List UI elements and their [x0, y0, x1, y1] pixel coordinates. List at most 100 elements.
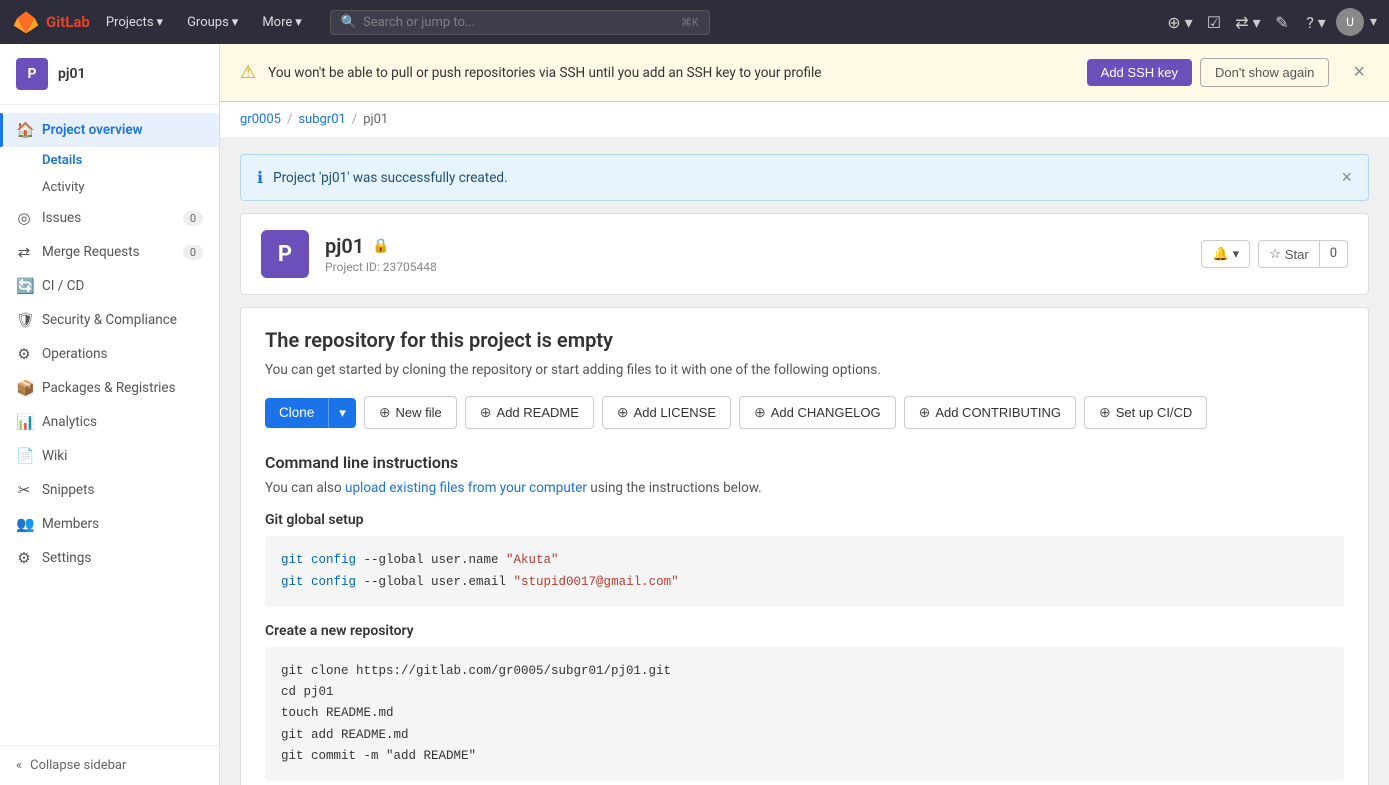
- sidebar-nav: 🏠 Project overview Details Activity ◎ Is…: [0, 105, 219, 745]
- project-avatar: P: [261, 230, 309, 278]
- sidebar-item-cicd[interactable]: 🔄 CI / CD: [0, 269, 219, 303]
- sidebar-item-project-overview[interactable]: 🏠 Project overview: [0, 113, 219, 147]
- mr-badge: 0: [183, 245, 203, 260]
- sidebar: P pj01 🏠 Project overview Details Activi…: [0, 44, 220, 785]
- help-icon[interactable]: ? ▾: [1302, 8, 1330, 36]
- analytics-icon: 📊: [16, 413, 32, 431]
- sidebar-item-snippets[interactable]: ✂ Snippets: [0, 473, 219, 507]
- create-new-repo-title: Create a new repository: [265, 623, 1344, 639]
- repo-empty-desc: You can get started by cloning the repos…: [265, 360, 1344, 380]
- issues-badge: 0: [183, 211, 203, 226]
- wiki-icon: 📄: [16, 447, 32, 465]
- cicd-icon: 🔄: [16, 277, 32, 295]
- git-global-setup-code: git config --global user.name "Akuta" gi…: [265, 536, 1344, 607]
- star-button-group: ☆ Star 0: [1258, 240, 1348, 268]
- star-icon: ☆: [1269, 246, 1281, 262]
- search-input[interactable]: 🔍 Search or jump to... ⌘K: [330, 10, 710, 35]
- plus-icon: ⊕: [754, 404, 766, 421]
- sidebar-subitem-activity[interactable]: Activity: [0, 174, 219, 201]
- add-readme-button[interactable]: ⊕ Add README: [465, 396, 594, 429]
- repo-empty-title: The repository for this project is empty: [265, 328, 1344, 352]
- upload-files-link[interactable]: upload existing files from your computer: [345, 480, 587, 496]
- breadcrumb-current: pj01: [363, 112, 388, 127]
- search-icon: 🔍: [341, 15, 357, 30]
- close-banner-button[interactable]: ×: [1349, 61, 1369, 84]
- gitlab-logo[interactable]: GitLab: [12, 8, 90, 36]
- ssh-warning-banner: ⚠ You won't be able to pull or push repo…: [220, 44, 1389, 102]
- new-file-button[interactable]: ⊕ New file: [364, 396, 457, 429]
- sidebar-item-analytics[interactable]: 📊 Analytics: [0, 405, 219, 439]
- notification-button[interactable]: 🔔 ▾: [1201, 240, 1250, 268]
- project-header: P pj01 🔒 Project ID: 23705448 🔔 ▾ ☆ Star: [240, 213, 1369, 295]
- cli-desc: You can also upload existing files from …: [265, 480, 1344, 496]
- members-icon: 👥: [16, 515, 32, 533]
- sidebar-item-merge-requests[interactable]: ⇄ Merge Requests 0: [0, 235, 219, 269]
- packages-icon: 📦: [16, 379, 32, 397]
- sidebar-item-members[interactable]: 👥 Members: [0, 507, 219, 541]
- bell-icon: 🔔: [1212, 246, 1228, 262]
- git-global-setup-title: Git global setup: [265, 512, 1344, 528]
- sidebar-project-name: pj01: [58, 66, 85, 82]
- add-changelog-button[interactable]: ⊕ Add CHANGELOG: [739, 396, 896, 429]
- setup-cicd-button[interactable]: ⊕ Set up CI/CD: [1084, 396, 1207, 429]
- sidebar-item-wiki[interactable]: 📄 Wiki: [0, 439, 219, 473]
- project-info: pj01 🔒 Project ID: 23705448: [325, 234, 1185, 274]
- ssh-banner-actions: Add SSH key Don't show again: [1087, 58, 1330, 87]
- clone-dropdown-button[interactable]: ▾: [328, 398, 356, 428]
- repo-content: The repository for this project is empty…: [240, 307, 1369, 785]
- sidebar-item-settings[interactable]: ⚙ Settings: [0, 541, 219, 575]
- create-new-repo-code: git clone https://gitlab.com/gr0005/subg…: [265, 647, 1344, 781]
- plus-icon: ⊕: [919, 404, 931, 421]
- project-title: pj01 🔒: [325, 234, 1185, 258]
- breadcrumb-gr0005[interactable]: gr0005: [240, 112, 281, 127]
- merge-requests-icon[interactable]: ⇄ ▾: [1234, 8, 1262, 36]
- sidebar-item-operations[interactable]: ⚙ Operations: [0, 337, 219, 371]
- create-new-button[interactable]: ⊕ ▾: [1166, 8, 1194, 36]
- shield-icon: 🛡: [16, 311, 32, 329]
- breadcrumb-subgr01[interactable]: subgr01: [298, 112, 346, 127]
- star-button[interactable]: ☆ Star: [1258, 240, 1320, 268]
- clone-button-group: Clone ▾: [265, 398, 356, 428]
- to-do-icon[interactable]: ☑: [1200, 8, 1228, 36]
- add-contributing-button[interactable]: ⊕ Add CONTRIBUTING: [904, 396, 1076, 429]
- collapse-icon: «: [16, 758, 22, 773]
- home-icon: 🏠: [16, 121, 32, 139]
- issues-icon[interactable]: ✎: [1268, 8, 1296, 36]
- flash-message: ℹ Project 'pj01' was successfully create…: [240, 154, 1369, 201]
- sidebar-item-packages[interactable]: 📦 Packages & Registries: [0, 371, 219, 405]
- plus-icon: ⊕: [617, 404, 629, 421]
- dismiss-banner-button[interactable]: Don't show again: [1200, 58, 1329, 87]
- add-license-button[interactable]: ⊕ Add LICENSE: [602, 396, 731, 429]
- plus-icon: ⊕: [1099, 404, 1111, 421]
- close-flash-button[interactable]: ×: [1341, 167, 1352, 188]
- breadcrumb: gr0005 / subgr01 / pj01: [220, 102, 1389, 138]
- main-content: ⚠ You won't be able to pull or push repo…: [220, 44, 1389, 785]
- snippets-icon: ✂: [16, 481, 32, 499]
- nav-groups[interactable]: Groups ▾: [179, 11, 246, 34]
- cli-section: Command line instructions You can also u…: [265, 453, 1344, 781]
- settings-icon: ⚙: [16, 549, 32, 567]
- gitlab-logo-text: GitLab: [46, 13, 90, 31]
- collapse-sidebar-button[interactable]: « Collapse sidebar: [0, 745, 219, 785]
- issues-icon: ◎: [16, 209, 32, 227]
- merge-icon: ⇄: [16, 243, 32, 261]
- sidebar-item-security[interactable]: 🛡 Security & Compliance: [0, 303, 219, 337]
- cli-title: Command line instructions: [265, 453, 1344, 472]
- nav-more[interactable]: More ▾: [254, 11, 309, 34]
- operations-icon: ⚙: [16, 345, 32, 363]
- star-count: 0: [1320, 240, 1348, 268]
- clone-button[interactable]: Clone: [265, 398, 328, 428]
- add-ssh-key-button[interactable]: Add SSH key: [1087, 59, 1192, 86]
- ssh-banner-text: You won't be able to pull or push reposi…: [268, 65, 1075, 81]
- repo-actions: Clone ▾ ⊕ New file ⊕ Add README ⊕ Add LI…: [265, 396, 1344, 429]
- sidebar-project-avatar: P: [16, 58, 48, 90]
- user-avatar[interactable]: U: [1336, 8, 1364, 36]
- nav-projects[interactable]: Projects ▾: [98, 11, 171, 34]
- sidebar-project-header[interactable]: P pj01: [0, 44, 219, 105]
- topnav-right-actions: ⊕ ▾ ☑ ⇄ ▾ ✎ ? ▾ U ▾: [1166, 8, 1377, 36]
- sidebar-item-issues[interactable]: ◎ Issues 0: [0, 201, 219, 235]
- sidebar-subitem-details[interactable]: Details: [0, 147, 219, 174]
- plus-icon: ⊕: [379, 404, 391, 421]
- warning-icon: ⚠: [240, 62, 256, 83]
- info-icon: ℹ: [257, 168, 263, 187]
